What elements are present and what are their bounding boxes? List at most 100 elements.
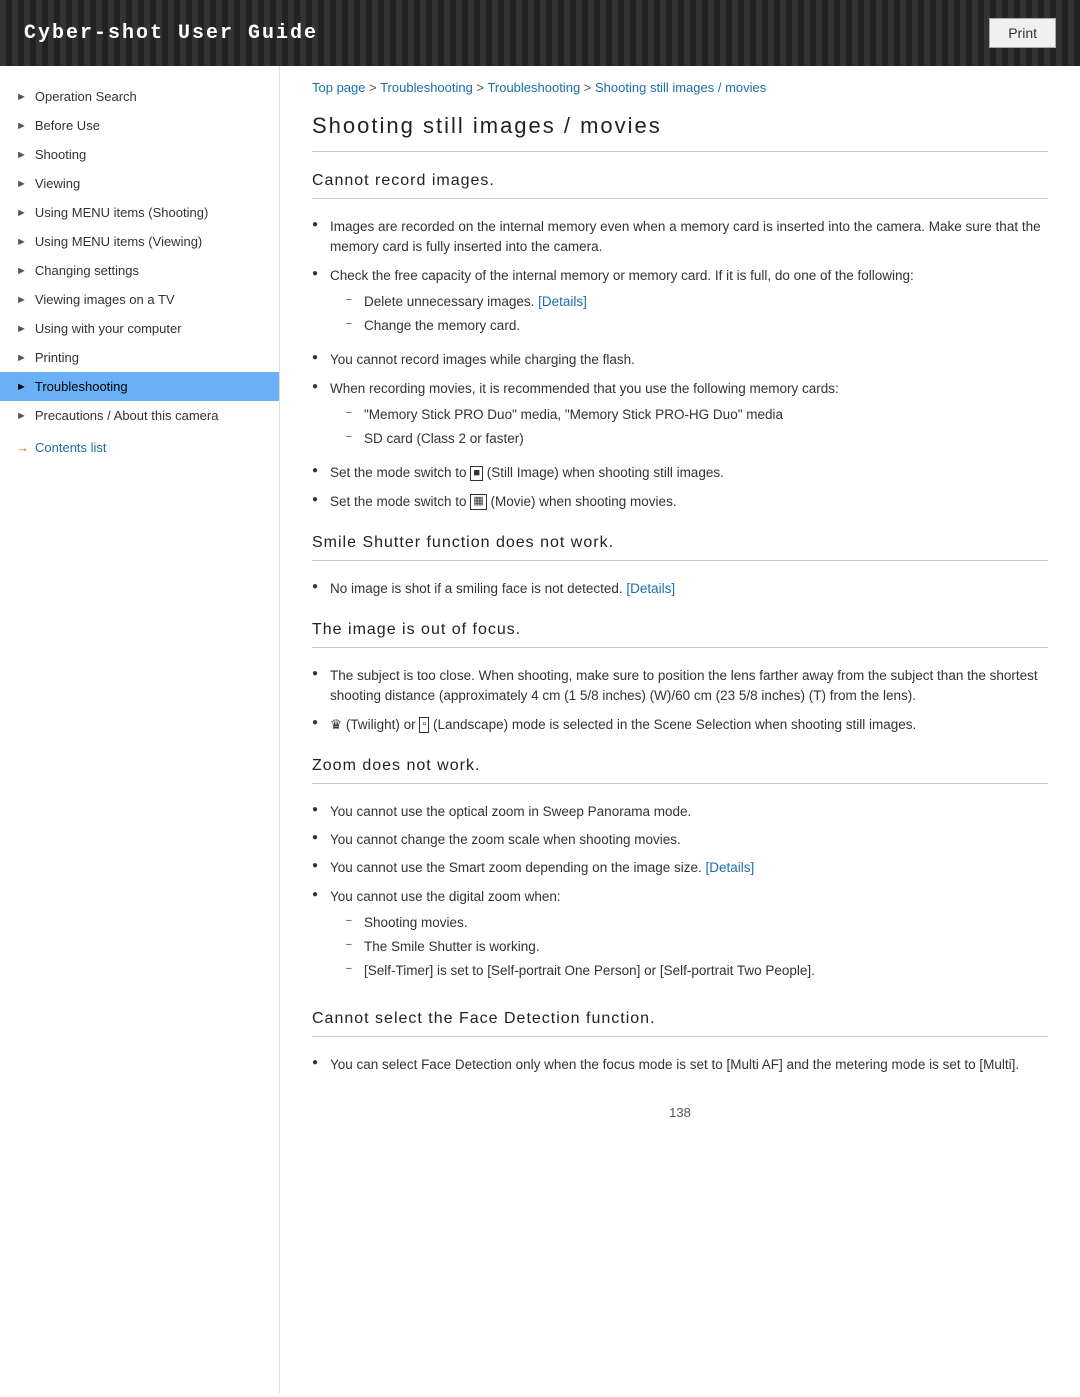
list-item: Check the free capacity of the internal … [312, 262, 1048, 347]
sidebar-item-label: Troubleshooting [35, 379, 128, 394]
sidebar-item-label: Using with your computer [35, 321, 182, 336]
sidebar-arrow-icon: ► [16, 91, 27, 103]
sidebar-item-label: Before Use [35, 118, 100, 133]
print-button[interactable]: Print [989, 18, 1056, 48]
bullet-text: When recording movies, it is recommended… [330, 381, 839, 396]
sidebar-item-label: Precautions / About this camera [35, 408, 219, 423]
sidebar-arrow-icon: ► [16, 149, 27, 161]
app-title: Cyber-shot User Guide [24, 22, 318, 45]
sub-item-text: [Self-Timer] is set to [Self-portrait On… [364, 963, 815, 978]
list-item: You cannot use the digital zoom when: Sho… [312, 883, 1048, 992]
sub-list-item: SD card (Class 2 or faster) [346, 427, 1048, 451]
sidebar-arrow-icon: ► [16, 352, 27, 364]
sidebar-arrow-icon: ► [16, 207, 27, 219]
section-zoom: Zoom does not work. You cannot use the op… [312, 757, 1048, 992]
bullet-text: No image is shot if a smiling face is no… [330, 581, 626, 596]
sidebar-item-shooting[interactable]: ► Shooting [0, 140, 279, 169]
bullet-text: You cannot use the digital zoom when: [330, 889, 561, 904]
page-title: Shooting still images / movies [312, 113, 1048, 152]
movie-icon: ▦ [470, 494, 486, 509]
section-title: Zoom does not work. [312, 757, 1048, 784]
sidebar-arrow-icon: ► [16, 178, 27, 190]
bullet-text: You cannot use the Smart zoom depending … [330, 860, 706, 875]
sub-item-text: Change the memory card. [364, 318, 520, 333]
details-link[interactable]: [Details] [538, 294, 587, 309]
footer: 138 [312, 1089, 1048, 1128]
bullet-text: You cannot record images while charging … [330, 352, 635, 367]
list-item: No image is shot if a smiling face is no… [312, 575, 1048, 603]
section-cannot-record: Cannot record images. Images are recorded… [312, 172, 1048, 516]
section-face-detection: Cannot select the Face Detection functio… [312, 1010, 1048, 1079]
main-content: Top page > Troubleshooting > Troubleshoo… [280, 66, 1080, 1393]
bullet-text: Images are recorded on the internal memo… [330, 219, 1041, 254]
sub-list-item: Delete unnecessary images. [Details] [346, 290, 1048, 314]
breadcrumb-item[interactable]: Shooting still images / movies [595, 80, 766, 95]
sidebar-arrow-icon: ► [16, 381, 27, 393]
sidebar-item-viewing[interactable]: ► Viewing [0, 169, 279, 198]
sidebar-item-using-menu-items-shooting[interactable]: ► Using MENU items (Shooting) [0, 198, 279, 227]
list-item: Images are recorded on the internal memo… [312, 213, 1048, 262]
sidebar-item-label: Viewing [35, 176, 80, 191]
sidebar-item-label: Operation Search [35, 89, 137, 104]
sidebar-item-using-with-your-computer[interactable]: ► Using with your computer [0, 314, 279, 343]
sidebar-arrow-icon: ► [16, 120, 27, 132]
bullet-list: You can select Face Detection only when … [312, 1051, 1048, 1079]
list-item: You cannot change the zoom scale when sh… [312, 826, 1048, 854]
landscape-icon: ▫ [419, 717, 429, 732]
sidebar-item-before-use[interactable]: ► Before Use [0, 111, 279, 140]
sidebar-item-label: Using MENU items (Shooting) [35, 205, 208, 220]
sidebar-arrow-icon: ► [16, 323, 27, 335]
list-item: The subject is too close. When shooting,… [312, 662, 1048, 711]
bullet-text: Check the free capacity of the internal … [330, 268, 914, 283]
sub-list: Shooting movies. The Smile Shutter is wor… [346, 911, 1048, 984]
sidebar-item-viewing-images-on-a-tv[interactable]: ►Viewing images on a TV [0, 285, 279, 314]
section-title: Cannot record images. [312, 172, 1048, 199]
list-item: You cannot use the optical zoom in Sweep… [312, 798, 1048, 826]
section-title: Smile Shutter function does not work. [312, 534, 1048, 561]
twilight-icon: ♛ [330, 717, 342, 732]
breadcrumb-separator: > [366, 80, 381, 95]
bullet-list: No image is shot if a smiling face is no… [312, 575, 1048, 603]
sidebar-item-precautions--about-this-camera[interactable]: ► Precautions / About this camera [0, 401, 279, 430]
section-title: The image is out of focus. [312, 621, 1048, 648]
list-item: You can select Face Detection only when … [312, 1051, 1048, 1079]
arrow-right-icon: → [16, 440, 29, 455]
bullet-list: The subject is too close. When shooting,… [312, 662, 1048, 739]
sidebar-item-troubleshooting[interactable]: ► Troubleshooting [0, 372, 279, 401]
layout: ►Operation Search►Before Use►Shooting►Vi… [0, 66, 1080, 1393]
sections-container: Cannot record images. Images are recorded… [312, 172, 1048, 1079]
sub-list-item: The Smile Shutter is working. [346, 935, 1048, 959]
list-item: ♛ (Twilight) or ▫ (Landscape) mode is se… [312, 711, 1048, 739]
breadcrumb-separator: > [473, 80, 488, 95]
list-item: You cannot record images while charging … [312, 346, 1048, 374]
breadcrumb-item[interactable]: Troubleshooting [487, 80, 580, 95]
sidebar-item-printing[interactable]: ► Printing [0, 343, 279, 372]
details-link[interactable]: [Details] [706, 860, 755, 875]
bullet-text: The subject is too close. When shooting,… [330, 668, 1038, 703]
sub-item-text: The Smile Shutter is working. [364, 939, 540, 954]
sub-item-text: "Memory Stick PRO Duo" media, "Memory St… [364, 407, 783, 422]
bullet-list: You cannot use the optical zoom in Sweep… [312, 798, 1048, 992]
sidebar-item-label: Printing [35, 350, 79, 365]
contents-list-link[interactable]: → Contents list [0, 430, 279, 461]
details-link[interactable]: [Details] [626, 581, 675, 596]
sub-item-text: Delete unnecessary images. [364, 294, 538, 309]
breadcrumb-item[interactable]: Top page [312, 80, 366, 95]
bullet-list: Images are recorded on the internal memo… [312, 213, 1048, 516]
sidebar-arrow-icon: ► [16, 410, 27, 422]
section-title: Cannot select the Face Detection functio… [312, 1010, 1048, 1037]
sidebar-arrow-icon: ► [16, 236, 27, 248]
breadcrumb-separator: > [580, 80, 595, 95]
sub-list: "Memory Stick PRO Duo" media, "Memory St… [346, 403, 1048, 452]
sidebar-item-using-menu-items-viewing[interactable]: ►Using MENU items (Viewing) [0, 227, 279, 256]
sidebar: ►Operation Search►Before Use►Shooting►Vi… [0, 66, 280, 1393]
sub-list-item: [Self-Timer] is set to [Self-portrait On… [346, 959, 1048, 983]
sidebar-item-operation-search[interactable]: ► Operation Search [0, 82, 279, 111]
sub-item-text: Shooting movies. [364, 915, 468, 930]
sidebar-item-label: Shooting [35, 147, 86, 162]
page-number: 138 [669, 1105, 691, 1120]
breadcrumb-item[interactable]: Troubleshooting [380, 80, 473, 95]
section-out-of-focus: The image is out of focus. The subject is… [312, 621, 1048, 739]
bullet-text: You cannot use the optical zoom in Sweep… [330, 804, 691, 819]
sidebar-item-changing-settings[interactable]: ►Changing settings [0, 256, 279, 285]
